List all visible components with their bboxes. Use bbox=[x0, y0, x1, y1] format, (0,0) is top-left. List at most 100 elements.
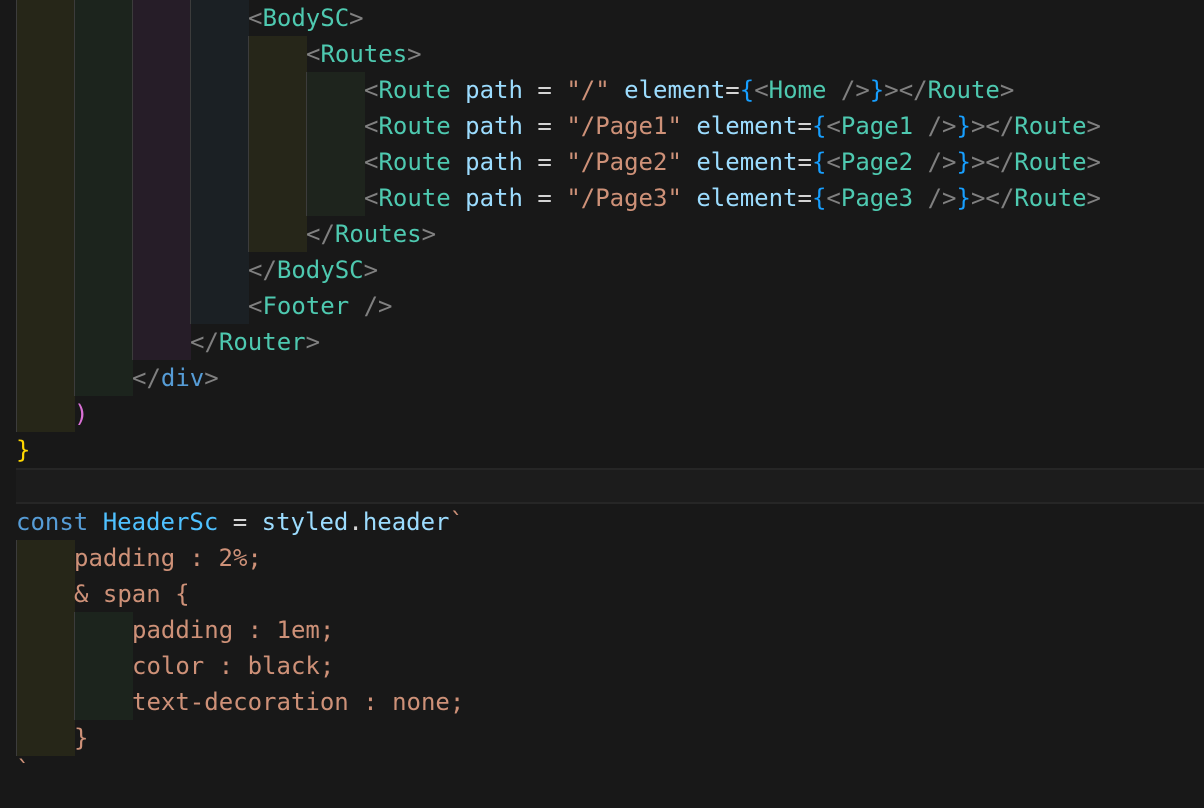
code-token: = bbox=[522, 112, 567, 140]
code-token: HeaderSc bbox=[102, 508, 219, 536]
code-token: > bbox=[1086, 184, 1101, 212]
code-line[interactable]: <Route path = "/Page2" element={<Page2 /… bbox=[364, 144, 1101, 180]
indent-guide bbox=[74, 0, 133, 396]
code-token: } bbox=[956, 148, 971, 176]
code-line[interactable]: <Routes> bbox=[306, 36, 422, 72]
code-token: } bbox=[956, 184, 971, 212]
code-token: } bbox=[74, 724, 89, 752]
code-token: "/" bbox=[566, 76, 610, 104]
code-token: > bbox=[349, 4, 364, 32]
code-line[interactable]: </Router> bbox=[190, 324, 320, 360]
code-token: Route bbox=[378, 76, 451, 104]
code-token: padding : 1em; bbox=[132, 616, 335, 644]
code-token: ` bbox=[449, 508, 464, 536]
code-token: Router bbox=[218, 328, 306, 356]
code-token: < bbox=[306, 40, 321, 68]
code-token: < bbox=[754, 76, 769, 104]
code-token: < bbox=[364, 148, 379, 176]
code-token: div bbox=[160, 364, 205, 392]
code-token: path bbox=[465, 148, 523, 176]
code-token: { bbox=[739, 76, 755, 104]
code-token: = bbox=[797, 184, 812, 212]
code-token: Footer bbox=[262, 292, 350, 320]
code-token: /> bbox=[826, 76, 870, 104]
code-line[interactable]: </Routes> bbox=[306, 216, 436, 252]
code-token: Page3 bbox=[840, 184, 914, 212]
code-token: path bbox=[465, 184, 523, 212]
code-line[interactable]: ` bbox=[16, 752, 30, 788]
code-line[interactable]: color : black; bbox=[132, 648, 334, 684]
indent-guide bbox=[74, 612, 133, 720]
code-editor[interactable]: <BodySC> <Routes> <Route path = "/" elem… bbox=[0, 0, 1204, 808]
code-token: < bbox=[248, 292, 263, 320]
code-token: ) bbox=[74, 400, 89, 428]
code-token: < bbox=[826, 148, 841, 176]
code-token: = bbox=[218, 508, 262, 536]
code-token: </ bbox=[306, 220, 335, 248]
code-token: = bbox=[522, 148, 567, 176]
code-token: "/Page2" bbox=[566, 148, 682, 176]
code-token: Page1 bbox=[840, 112, 914, 140]
code-token: = bbox=[797, 112, 812, 140]
code-token: Routes bbox=[320, 40, 408, 68]
code-line[interactable]: </BodySC> bbox=[248, 252, 378, 288]
code-token: { bbox=[811, 112, 827, 140]
indent-guide bbox=[190, 0, 249, 324]
code-line[interactable]: <Route path = "/Page3" element={<Page3 /… bbox=[364, 180, 1101, 216]
code-line[interactable]: } bbox=[16, 432, 30, 468]
code-line[interactable]: padding : 1em; bbox=[132, 612, 334, 648]
code-token: Route bbox=[927, 76, 1000, 104]
code-token: /> bbox=[913, 184, 957, 212]
code-token: > bbox=[421, 220, 437, 248]
code-token: = bbox=[522, 184, 567, 212]
code-token: > bbox=[1086, 148, 1101, 176]
code-line[interactable]: ) bbox=[74, 396, 88, 432]
code-line[interactable]: } bbox=[74, 720, 88, 756]
code-token: . bbox=[348, 508, 363, 536]
code-token: text-decoration : none; bbox=[132, 688, 465, 716]
code-token: = bbox=[725, 76, 740, 104]
code-line[interactable]: text-decoration : none; bbox=[132, 684, 464, 720]
code-line[interactable]: <BodySC> bbox=[248, 0, 364, 36]
code-line[interactable]: </div> bbox=[132, 360, 219, 396]
indent-guide bbox=[16, 540, 75, 756]
code-token: > bbox=[363, 256, 379, 284]
code-token: color : black; bbox=[132, 652, 335, 680]
code-token: /> bbox=[913, 112, 957, 140]
code-line[interactable]: const HeaderSc = styled.header` bbox=[16, 504, 464, 540]
code-token: > bbox=[305, 328, 321, 356]
code-token: ` bbox=[16, 756, 31, 784]
code-token: < bbox=[364, 76, 379, 104]
code-token: } bbox=[869, 76, 885, 104]
code-token: ></ bbox=[970, 148, 1015, 176]
code-token: > bbox=[407, 40, 422, 68]
code-token: Route bbox=[378, 184, 451, 212]
code-token: > bbox=[204, 364, 219, 392]
code-line[interactable]: <Route path = "/" element={<Home />}></R… bbox=[364, 72, 1014, 108]
code-line[interactable]: <Footer /> bbox=[248, 288, 393, 324]
code-token: const bbox=[16, 508, 89, 536]
code-token: } bbox=[16, 436, 31, 464]
code-line[interactable]: & span { bbox=[74, 576, 190, 612]
code-token: & span { bbox=[74, 580, 190, 608]
code-token: element bbox=[696, 148, 798, 176]
code-token: Route bbox=[1014, 112, 1087, 140]
code-line[interactable]: padding : 2%; bbox=[74, 540, 262, 576]
code-token: path bbox=[465, 112, 523, 140]
code-line[interactable]: <Route path = "/Page1" element={<Page1 /… bbox=[364, 108, 1101, 144]
code-token: BodySC bbox=[276, 256, 364, 284]
code-token: /> bbox=[913, 148, 957, 176]
code-token: = bbox=[522, 76, 567, 104]
code-token: } bbox=[956, 112, 971, 140]
code-token: ></ bbox=[970, 184, 1015, 212]
code-token: ></ bbox=[970, 112, 1015, 140]
code-token: padding : 2%; bbox=[74, 544, 262, 572]
indent-guide bbox=[16, 0, 75, 432]
code-token: "/Page1" bbox=[566, 112, 682, 140]
code-token: ></ bbox=[884, 76, 928, 104]
